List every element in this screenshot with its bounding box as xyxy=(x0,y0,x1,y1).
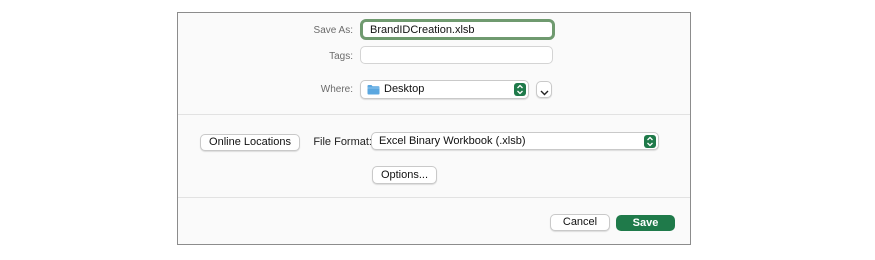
online-locations-button[interactable]: Online Locations xyxy=(200,134,300,151)
file-format-label: File Format: xyxy=(313,136,372,148)
chevron-down-icon xyxy=(540,87,549,99)
save-button[interactable]: Save xyxy=(616,215,675,231)
where-label: Where: xyxy=(320,84,353,95)
save-as-label: Save As: xyxy=(313,25,353,36)
file-format-popup[interactable]: Excel Binary Workbook (.xlsb) xyxy=(371,132,659,150)
file-format-stepper-icon xyxy=(644,135,656,148)
tags-label: Tags: xyxy=(329,51,353,62)
divider-bottom xyxy=(178,197,690,198)
where-stepper-icon xyxy=(514,83,526,96)
file-format-value: Excel Binary Workbook (.xlsb) xyxy=(379,135,526,147)
save-as-field[interactable]: BrandIDCreation.xlsb xyxy=(360,19,555,40)
where-value: Desktop xyxy=(384,83,425,95)
cancel-button[interactable]: Cancel xyxy=(550,214,610,231)
save-dialog: Save As: BrandIDCreation.xlsb Tags: Wher… xyxy=(177,12,691,245)
folder-icon xyxy=(367,84,380,98)
options-button[interactable]: Options... xyxy=(372,166,437,184)
tags-field[interactable] xyxy=(360,46,553,64)
expand-button[interactable] xyxy=(536,81,552,98)
where-popup[interactable]: Desktop xyxy=(360,80,529,99)
divider-top xyxy=(178,114,690,115)
